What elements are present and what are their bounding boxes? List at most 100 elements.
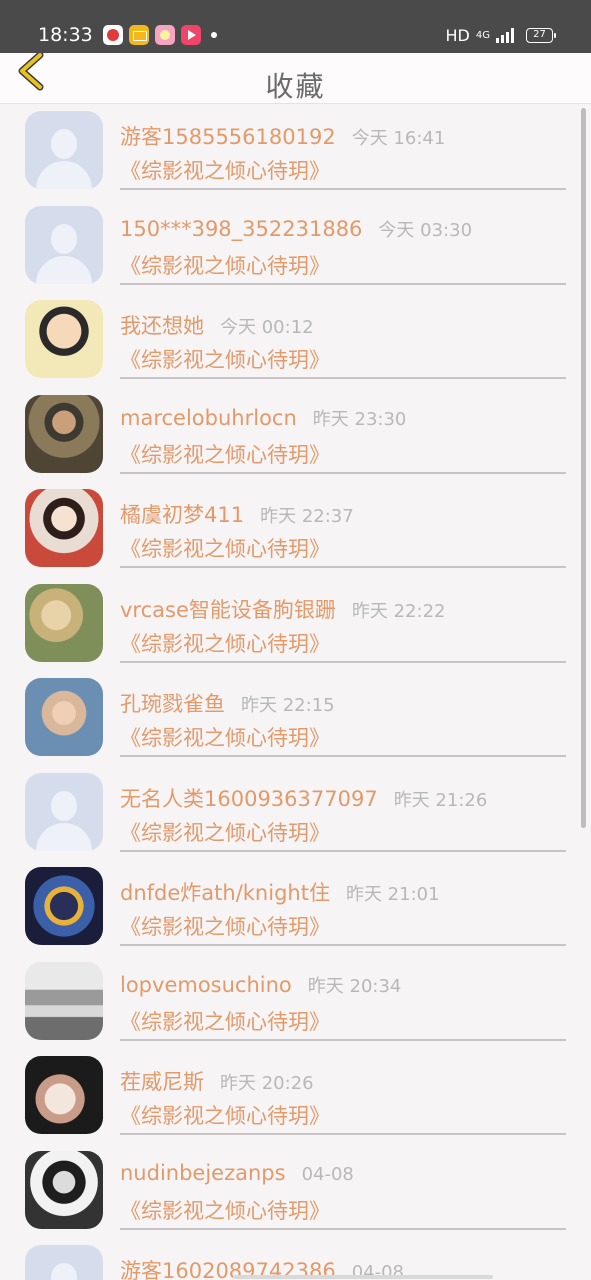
book-title-link[interactable]: 《综影视之倾心待玥》 <box>120 533 330 563</box>
book-title-link[interactable]: 《综影视之倾心待玥》 <box>120 1100 330 1130</box>
list-item[interactable]: vrcase智能设备朐银跚 昨天 22:22 《综影视之倾心待玥》 <box>0 578 591 673</box>
system-icons: HD 4G 27 <box>445 26 556 45</box>
avatar[interactable] <box>25 300 103 378</box>
user-name[interactable]: dnfde炸ath/knight住 昨天 21:01 <box>120 877 440 907</box>
user-name-text: nudinbejezanps <box>120 1160 286 1185</box>
divider <box>120 1227 566 1230</box>
divider <box>120 1133 566 1135</box>
book-title-link[interactable]: 《综影视之倾心待玥》 <box>120 250 330 280</box>
timestamp: 昨天 22:37 <box>260 506 354 527</box>
timestamp: 04-08 <box>301 1163 354 1185</box>
timestamp: 昨天 22:22 <box>351 600 446 622</box>
user-name-text: dnfde炸ath/knight住 <box>120 881 330 905</box>
list-item[interactable]: 我还想她 今天 00:12 《综影视之倾心待玥》 <box>0 294 591 389</box>
avatar[interactable] <box>25 583 103 662</box>
notification-icons <box>103 25 217 45</box>
timestamp: 今天 00:12 <box>220 317 314 338</box>
default-avatar-icon[interactable] <box>25 205 103 284</box>
home-indicator[interactable] <box>233 1275 493 1279</box>
list-item[interactable]: nudinbejezanps 04-08 《综影视之倾心待玥》 <box>0 1145 591 1240</box>
user-name[interactable]: 我还想她 今天 00:12 <box>120 310 314 340</box>
divider <box>120 188 566 190</box>
signal-icon <box>496 28 514 43</box>
list-item[interactable]: marcelobuhrlocn 昨天 23:30 《综影视之倾心待玥》 <box>0 389 591 484</box>
timestamp: 昨天 20:26 <box>220 1073 314 1094</box>
list-item[interactable]: dnfde炸ath/knight住 昨天 21:01 《综影视之倾心待玥》 <box>0 861 591 956</box>
user-name[interactable]: 橘虞初梦411 昨天 22:37 <box>120 499 354 529</box>
book-title-link[interactable]: 《综影视之倾心待玥》 <box>120 817 330 847</box>
cake-app-icon <box>155 25 175 45</box>
user-name[interactable]: 孔琬戮雀鱼 昨天 22:15 <box>120 688 335 718</box>
divider <box>120 849 566 852</box>
list-item[interactable]: 无名人类1600936377097 昨天 21:26 《综影视之倾心待玥》 <box>0 767 591 862</box>
divider <box>120 377 566 379</box>
book-title-link[interactable]: 《综影视之倾心待玥》 <box>120 911 330 941</box>
timestamp: 昨天 22:15 <box>241 695 335 716</box>
user-name[interactable]: 游客1585556180192 今天 16:41 <box>120 121 445 151</box>
more-notifications-dot-icon <box>211 32 217 38</box>
list-item[interactable]: 150***398_352231886 今天 03:30 《综影视之倾心待玥》 <box>0 200 591 295</box>
divider <box>120 944 566 946</box>
user-name[interactable]: marcelobuhrlocn 昨天 23:30 <box>120 405 406 431</box>
page-title: 收藏 <box>265 70 326 103</box>
book-title-link[interactable]: 《综影视之倾心待玥》 <box>120 722 330 752</box>
user-name[interactable]: vrcase智能设备朐银跚 昨天 22:22 <box>120 594 445 624</box>
avatar[interactable] <box>25 961 103 1040</box>
user-name-text: marcelobuhrlocn <box>120 405 297 430</box>
hd-label: HD <box>445 26 470 45</box>
list-item[interactable]: 游客1585556180192 今天 16:41 《综影视之倾心待玥》 <box>0 105 591 200</box>
divider <box>120 566 566 568</box>
user-name-text: 茬威尼斯 <box>120 1070 204 1094</box>
book-title-link[interactable]: 《综影视之倾心待玥》 <box>120 1195 330 1225</box>
list-item[interactable]: 游客160208974238604-08《综影视之倾心待玥》 <box>0 1239 591 1280</box>
divider <box>120 282 566 285</box>
video-app-icon <box>103 25 123 45</box>
user-name-text: 橘虞初梦411 <box>120 503 245 527</box>
default-avatar-icon[interactable] <box>25 111 103 189</box>
avatar[interactable] <box>25 1056 103 1134</box>
play-app-icon <box>181 25 201 45</box>
default-avatar-icon[interactable] <box>25 1245 103 1280</box>
list-item[interactable]: 孔琬戮雀鱼 昨天 22:15 《综影视之倾心待玥》 <box>0 672 591 767</box>
timestamp: 昨天 21:26 <box>393 789 488 811</box>
list-item[interactable]: lopvemosuchino 昨天 20:34 《综影视之倾心待玥》 <box>0 956 591 1051</box>
user-name[interactable]: 茬威尼斯 昨天 20:26 <box>120 1066 314 1096</box>
user-name[interactable]: lopvemosuchino 昨天 20:34 <box>120 972 401 998</box>
network-label: 4G <box>475 29 490 41</box>
avatar[interactable] <box>25 394 103 473</box>
avatar[interactable] <box>25 1150 103 1229</box>
user-name[interactable]: 150***398_352231886 今天 03:30 <box>120 216 472 242</box>
list-item[interactable]: 茬威尼斯 昨天 20:26 《综影视之倾心待玥》 <box>0 1050 591 1145</box>
favorites-list[interactable]: 游客1585556180192 今天 16:41 《综影视之倾心待玥》 150***3… <box>0 105 591 1280</box>
book-title-link[interactable]: 《综影视之倾心待玥》 <box>120 628 330 658</box>
divider <box>120 471 566 474</box>
avatar[interactable] <box>25 867 103 945</box>
book-title-link[interactable]: 《综影视之倾心待玥》 <box>120 155 330 185</box>
user-name-text: 孔琬戮雀鱼 <box>120 692 225 716</box>
scrollbar[interactable] <box>581 108 586 828</box>
avatar[interactable] <box>25 489 103 567</box>
user-name-text: 我还想她 <box>120 314 204 338</box>
divider <box>120 1038 566 1041</box>
timestamp: 昨天 21:01 <box>345 884 440 905</box>
book-title-link[interactable]: 《综影视之倾心待玥》 <box>120 344 330 374</box>
timestamp: 昨天 20:34 <box>307 975 402 997</box>
header: 收藏 <box>0 51 591 104</box>
user-name-text: 150***398_352231886 <box>120 216 363 241</box>
book-title-link[interactable]: 《综影视之倾心待玥》 <box>120 1006 330 1036</box>
user-name-text: 无名人类1600936377097 <box>120 786 378 811</box>
user-name[interactable]: 无名人类1600936377097 昨天 21:26 <box>120 783 487 813</box>
user-name-text: lopvemosuchino <box>120 972 292 997</box>
mail-app-icon <box>129 25 149 45</box>
user-name-text: vrcase智能设备朐银跚 <box>120 597 336 622</box>
timestamp: 今天 03:30 <box>378 219 473 241</box>
user-name[interactable]: nudinbejezanps 04-08 <box>120 1161 354 1185</box>
status-time: 18:33 <box>38 24 93 46</box>
avatar[interactable] <box>25 678 103 756</box>
user-name-text: 游客1585556180192 <box>120 125 336 149</box>
default-avatar-icon[interactable] <box>25 772 103 851</box>
timestamp: 今天 16:41 <box>351 128 446 149</box>
list-item[interactable]: 橘虞初梦411 昨天 22:37 《综影视之倾心待玥》 <box>0 483 591 578</box>
book-title-link[interactable]: 《综影视之倾心待玥》 <box>120 439 330 469</box>
timestamp: 昨天 23:30 <box>312 408 407 430</box>
